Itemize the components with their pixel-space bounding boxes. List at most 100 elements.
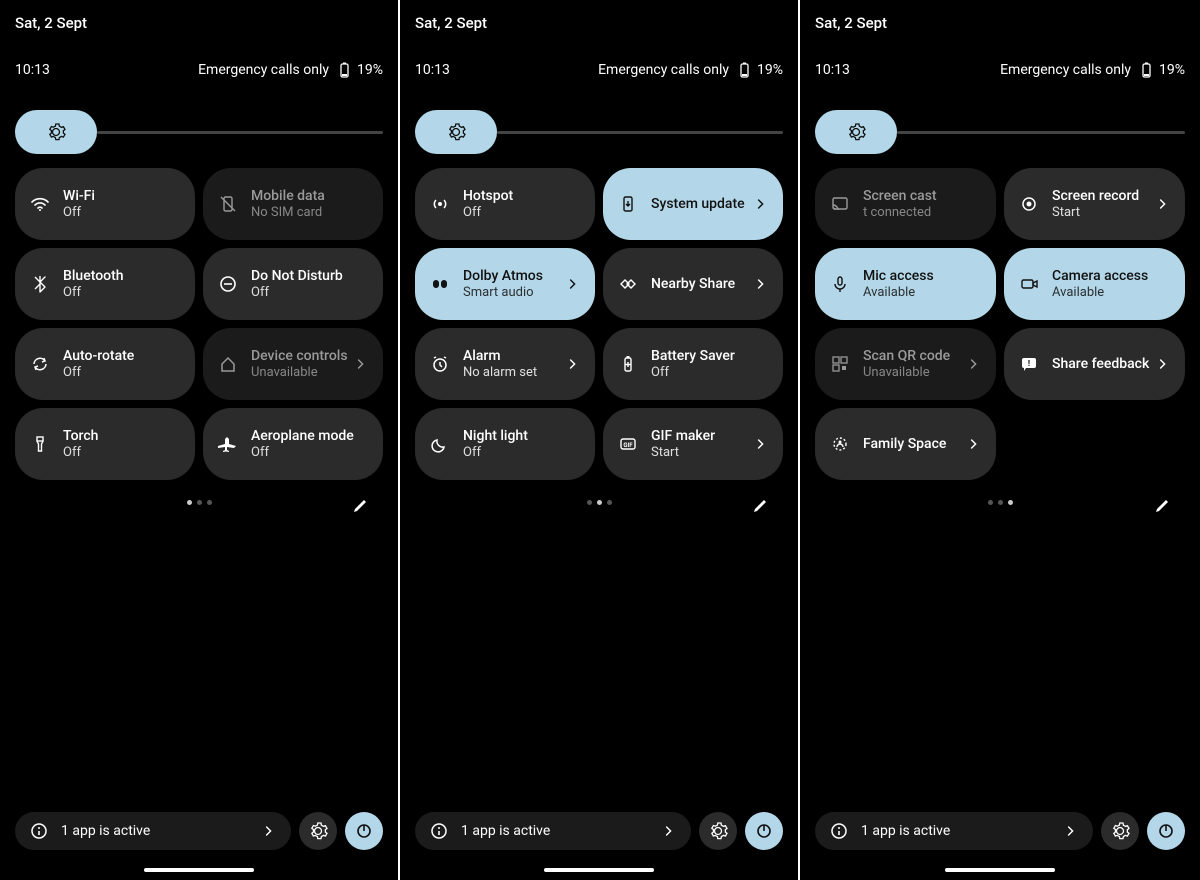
brightness-slider[interactable]	[800, 110, 1200, 154]
gear-icon	[446, 122, 466, 142]
chevron-right-icon	[353, 356, 369, 372]
chevron-right-icon	[753, 196, 769, 212]
page-indicator	[800, 500, 1200, 505]
page-indicator	[0, 500, 398, 505]
qs-tile-rotate[interactable]: Auto-rotate Off	[15, 328, 195, 400]
qs-tile-bluetooth[interactable]: Bluetooth Off	[15, 248, 195, 320]
tile-sub: No alarm set	[463, 365, 537, 381]
gear-icon	[708, 821, 728, 841]
tile-title: Battery Saver	[651, 348, 735, 365]
brightness-knob[interactable]	[415, 110, 497, 154]
battery-icon	[335, 60, 355, 80]
qs-tile-camera[interactable]: Camera access Available	[1004, 248, 1185, 320]
battery-icon	[735, 60, 755, 80]
power-button[interactable]	[745, 812, 783, 850]
qs-tile-nearby[interactable]: Nearby Share	[603, 248, 783, 320]
page-dot	[597, 500, 602, 505]
brightness-knob[interactable]	[15, 110, 97, 154]
qs-tile-update[interactable]: System update	[603, 168, 783, 240]
qs-tile-home[interactable]: Device controls Unavailable	[203, 328, 383, 400]
gear-icon	[308, 821, 328, 841]
chevron-right-icon	[261, 823, 277, 839]
brightness-slider[interactable]	[400, 110, 798, 154]
torch-icon	[29, 433, 51, 455]
qs-tile-alarm[interactable]: Alarm No alarm set	[415, 328, 595, 400]
tile-title: Auto-rotate	[63, 348, 134, 365]
emergency-label: Emergency calls only	[1000, 62, 1131, 78]
battery-percent: 19%	[757, 62, 783, 78]
chevron-right-icon	[1155, 356, 1171, 372]
update-icon	[617, 193, 639, 215]
page-dot	[587, 500, 592, 505]
nav-handle[interactable]	[945, 868, 1055, 872]
active-apps-button[interactable]: 1 app is active	[815, 812, 1093, 850]
tile-title: Torch	[63, 428, 98, 445]
tile-title: Hotspot	[463, 188, 513, 205]
qs-tile-dolby[interactable]: Dolby Atmos Smart audio	[415, 248, 595, 320]
tile-sub: Off	[651, 365, 735, 381]
tile-sub: Off	[63, 445, 98, 461]
tile-title: Camera access	[1052, 268, 1148, 285]
qs-tile-mic[interactable]: Mic access Available	[815, 248, 996, 320]
tile-sub: Off	[63, 205, 95, 221]
nav-handle[interactable]	[144, 868, 254, 872]
qs-tile-battery-saver[interactable]: Battery Saver Off	[603, 328, 783, 400]
edit-tiles-button[interactable]	[1152, 496, 1172, 516]
tile-sub: Available	[1052, 285, 1148, 301]
tile-title: Scan QR code	[863, 348, 950, 365]
tile-title: Alarm	[463, 348, 537, 365]
tile-title: Aeroplane mode	[251, 428, 354, 445]
qs-tile-hotspot[interactable]: Hotspot Off	[415, 168, 595, 240]
qs-tile-dnd[interactable]: Do Not Disturb Off	[203, 248, 383, 320]
qs-tile-plane[interactable]: Aeroplane mode Off	[203, 408, 383, 480]
active-apps-label: 1 app is active	[461, 823, 550, 839]
brightness-knob[interactable]	[815, 110, 897, 154]
gear-icon	[46, 122, 66, 142]
tile-sub: Smart audio	[463, 285, 543, 301]
page-indicator	[400, 500, 798, 505]
tile-sub: Off	[251, 285, 343, 301]
brightness-track[interactable]	[497, 131, 783, 134]
qs-tile-cast[interactable]: Screen cast t connected	[815, 168, 996, 240]
tile-sub: Unavailable	[863, 365, 950, 381]
settings-button[interactable]	[699, 812, 737, 850]
brightness-slider[interactable]	[0, 110, 398, 154]
qs-tile-gif[interactable]: GIF maker Start	[603, 408, 783, 480]
qs-tile-mobile-data[interactable]: Mobile data No SIM card	[203, 168, 383, 240]
page-dot	[998, 500, 1003, 505]
settings-button[interactable]	[1101, 812, 1139, 850]
power-button[interactable]	[1147, 812, 1185, 850]
active-apps-button[interactable]: 1 app is active	[15, 812, 291, 850]
edit-tiles-button[interactable]	[750, 496, 770, 516]
battery-icon	[1137, 60, 1157, 80]
tile-sub: Off	[463, 205, 513, 221]
feedback-icon	[1018, 353, 1040, 375]
gear-icon	[846, 122, 866, 142]
chevron-right-icon	[661, 823, 677, 839]
qs-tile-qr[interactable]: Scan QR code Unavailable	[815, 328, 996, 400]
chevron-right-icon	[565, 276, 581, 292]
tiles-grid: Hotspot Off System update Dolby Atmos Sm…	[400, 154, 798, 480]
battery-percent: 19%	[357, 62, 383, 78]
edit-tiles-button[interactable]	[350, 496, 370, 516]
page-dot	[187, 500, 192, 505]
power-button[interactable]	[345, 812, 383, 850]
qs-tile-wifi[interactable]: Wi-Fi Off	[15, 168, 195, 240]
alarm-icon	[429, 353, 451, 375]
qs-tile-family[interactable]: Family Space	[815, 408, 996, 480]
qs-tile-night[interactable]: Night light Off	[415, 408, 595, 480]
page-dot	[988, 500, 993, 505]
tile-sub: t connected	[863, 205, 937, 221]
qs-tile-feedback[interactable]: Share feedback	[1004, 328, 1185, 400]
brightness-track[interactable]	[97, 131, 383, 134]
brightness-track[interactable]	[897, 131, 1185, 134]
settings-button[interactable]	[299, 812, 337, 850]
tile-sub: Available	[863, 285, 934, 301]
nav-handle[interactable]	[544, 868, 654, 872]
qs-tile-torch[interactable]: Torch Off	[15, 408, 195, 480]
tile-title: Night light	[463, 428, 528, 445]
active-apps-button[interactable]: 1 app is active	[415, 812, 691, 850]
tile-title: Mobile data	[251, 188, 325, 205]
quick-settings-panel-1: Sat, 2 Sept 10:13 Emergency calls only 1…	[0, 0, 400, 880]
qs-tile-record[interactable]: Screen record Start	[1004, 168, 1185, 240]
